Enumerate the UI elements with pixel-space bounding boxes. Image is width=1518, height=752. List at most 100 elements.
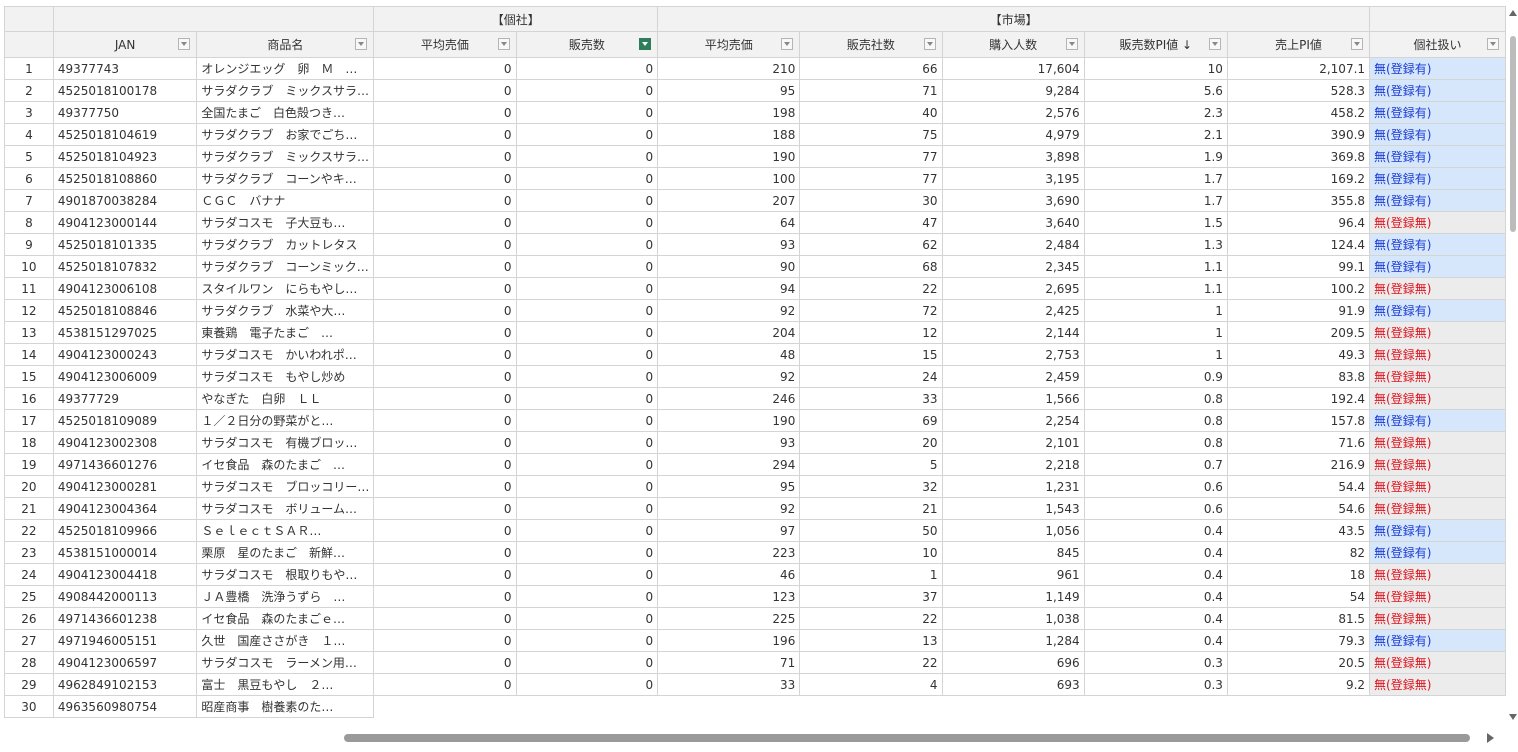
cell-market-avg-price[interactable]: 48 <box>657 343 801 366</box>
cell-market-avg-price[interactable]: 223 <box>657 541 801 564</box>
scroll-down-icon[interactable] <box>1509 714 1517 720</box>
cell-market-avg-price[interactable]: 93 <box>657 233 801 256</box>
column-header-revenue-pi[interactable]: 売上PI値 <box>1226 31 1371 58</box>
table-row[interactable]: 7 4901870038284 ＣＧＣ バナナ 0 0 207 30 3,690 1.7 355.… <box>4 189 1506 212</box>
cell-stores-selling[interactable]: 13 <box>799 629 943 652</box>
cell-revenue-pi[interactable]: 54.6 <box>1226 497 1371 520</box>
cell-kosha-handling[interactable] <box>1369 695 1506 718</box>
cell-kosha-avg-price[interactable]: 0 <box>373 299 517 322</box>
cell-kosha-handling[interactable]: 無(登録無) <box>1369 321 1506 344</box>
cell-product-name[interactable]: 栗原 星のたまご 新鮮… <box>196 541 375 564</box>
row-number[interactable]: 20 <box>4 475 54 498</box>
row-number[interactable]: 18 <box>4 431 54 454</box>
cell-kosha-sales-qty[interactable]: 0 <box>515 189 659 212</box>
cell-buyers[interactable]: 2,753 <box>941 343 1085 366</box>
scroll-up-icon[interactable] <box>1509 10 1517 16</box>
cell-stores-selling[interactable]: 75 <box>799 123 943 146</box>
cell-kosha-handling[interactable]: 無(登録無) <box>1369 365 1506 388</box>
cell-market-avg-price[interactable]: 188 <box>657 123 801 146</box>
cell-kosha-avg-price[interactable]: 0 <box>373 387 517 410</box>
cell-kosha-handling[interactable]: 無(登録有) <box>1369 629 1506 652</box>
cell-revenue-pi[interactable]: 99.1 <box>1226 255 1371 278</box>
cell-revenue-pi[interactable]: 192.4 <box>1226 387 1371 410</box>
cell-jan[interactable]: 4525018101335 <box>52 233 198 256</box>
cell-buyers[interactable]: 2,484 <box>941 233 1085 256</box>
scroll-right-icon[interactable] <box>1487 733 1494 743</box>
cell-revenue-pi[interactable]: 71.6 <box>1226 431 1371 454</box>
cell-buyers[interactable]: 961 <box>941 563 1085 586</box>
cell-buyers[interactable]: 845 <box>941 541 1085 564</box>
cell-buyers[interactable]: 2,345 <box>941 255 1085 278</box>
table-row[interactable]: 11 4904123006108 スタイルワン にらもやし… 0 0 94 22 2,695 1… <box>4 277 1506 300</box>
cell-jan[interactable]: 4525018107832 <box>52 255 198 278</box>
cell-kosha-avg-price[interactable]: 0 <box>373 365 517 388</box>
table-row[interactable]: 14 4904123000243 サラダコスモ かいわれポ… 0 0 48 15 2,753 1… <box>4 343 1506 366</box>
cell-kosha-avg-price[interactable]: 0 <box>373 145 517 168</box>
cell-market-avg-price[interactable]: 93 <box>657 431 801 454</box>
cell-stores-selling[interactable]: 69 <box>799 409 943 432</box>
cell-revenue-pi[interactable]: 81.5 <box>1226 607 1371 630</box>
cell-sales-pi[interactable]: 0.6 <box>1083 475 1228 498</box>
cell-revenue-pi[interactable]: 54 <box>1226 585 1371 608</box>
cell-kosha-avg-price[interactable]: 0 <box>373 277 517 300</box>
cell-product-name[interactable]: サラダクラブ 水菜や大… <box>196 299 375 322</box>
cell-kosha-avg-price[interactable]: 0 <box>373 101 517 124</box>
cell-kosha-sales-qty[interactable]: 0 <box>515 255 659 278</box>
row-number[interactable]: 17 <box>4 409 54 432</box>
cell-buyers[interactable]: 1,038 <box>941 607 1085 630</box>
cell-product-name[interactable]: １／２日分の野菜がと… <box>196 409 375 432</box>
cell-stores-selling[interactable]: 77 <box>799 167 943 190</box>
cell-product-name[interactable]: 昭産商事 樹養素のた… <box>196 695 375 718</box>
cell-buyers[interactable]: 1,149 <box>941 585 1085 608</box>
cell-market-avg-price[interactable]: 204 <box>657 321 801 344</box>
cell-buyers[interactable]: 3,898 <box>941 145 1085 168</box>
cell-sales-pi[interactable]: 0.8 <box>1083 409 1228 432</box>
column-header-market-avg-price[interactable]: 平均売価 <box>657 31 801 58</box>
cell-kosha-avg-price[interactable]: 0 <box>373 563 517 586</box>
cell-revenue-pi[interactable] <box>1227 695 1370 718</box>
table-row[interactable]: 18 4904123002308 サラダコスモ 有機ブロッ… 0 0 93 20 2,101 0… <box>4 431 1506 454</box>
cell-market-avg-price[interactable]: 95 <box>657 475 801 498</box>
cell-market-avg-price[interactable]: 225 <box>657 607 801 630</box>
column-header-kosha-handling[interactable]: 個社扱い <box>1369 31 1506 58</box>
column-header-kosha-avg-price[interactable]: 平均売価 <box>373 31 517 58</box>
cell-revenue-pi[interactable]: 355.8 <box>1226 189 1371 212</box>
cell-market-avg-price[interactable]: 64 <box>657 211 801 234</box>
cell-product-name[interactable]: イセ食品 森のたまご … <box>196 453 375 476</box>
cell-buyers[interactable]: 2,101 <box>941 431 1085 454</box>
cell-kosha-handling[interactable]: 無(登録無) <box>1369 673 1506 696</box>
column-header-kosha-sales-qty[interactable]: 販売数 <box>515 31 659 58</box>
cell-sales-pi[interactable] <box>1084 695 1228 718</box>
cell-revenue-pi[interactable]: 83.8 <box>1226 365 1371 388</box>
cell-kosha-sales-qty[interactable]: 0 <box>515 673 659 696</box>
table-row[interactable]: 24 4904123004418 サラダコスモ 根取りもや… 0 0 46 1 961 0.4 1… <box>4 563 1506 586</box>
table-row[interactable]: 27 4971946005151 久世 国産ささがき １… 0 0 196 13 1,284 0… <box>4 629 1506 652</box>
cell-kosha-handling[interactable]: 無(登録無) <box>1369 475 1506 498</box>
cell-kosha-sales-qty[interactable] <box>516 695 658 718</box>
row-number[interactable]: 6 <box>4 167 54 190</box>
cell-market-avg-price[interactable]: 246 <box>657 387 801 410</box>
cell-revenue-pi[interactable]: 96.4 <box>1226 211 1371 234</box>
cell-kosha-sales-qty[interactable]: 0 <box>515 651 659 674</box>
cell-buyers[interactable]: 2,576 <box>941 101 1085 124</box>
cell-product-name[interactable]: サラダコスモ 根取りもや… <box>196 563 375 586</box>
cell-buyers[interactable]: 9,284 <box>941 79 1085 102</box>
cell-sales-pi[interactable]: 2.1 <box>1083 123 1228 146</box>
cell-buyers[interactable]: 696 <box>941 651 1085 674</box>
cell-revenue-pi[interactable]: 79.3 <box>1226 629 1371 652</box>
cell-kosha-sales-qty[interactable]: 0 <box>515 233 659 256</box>
cell-sales-pi[interactable]: 2.3 <box>1083 101 1228 124</box>
cell-product-name[interactable]: ＪＡ豊橋 洗浄うずら … <box>196 585 375 608</box>
cell-sales-pi[interactable]: 1.7 <box>1083 189 1228 212</box>
cell-jan[interactable]: 4962849102153 <box>52 673 198 696</box>
cell-jan[interactable]: 49377743 <box>52 57 198 80</box>
cell-jan[interactable]: 4538151000014 <box>52 541 198 564</box>
cell-revenue-pi[interactable]: 82 <box>1226 541 1371 564</box>
cell-stores-selling[interactable]: 5 <box>799 453 943 476</box>
row-number[interactable]: 2 <box>4 79 54 102</box>
cell-buyers[interactable]: 2,695 <box>941 277 1085 300</box>
cell-kosha-sales-qty[interactable]: 0 <box>515 563 659 586</box>
cell-buyers[interactable]: 1,566 <box>941 387 1085 410</box>
cell-kosha-avg-price[interactable]: 0 <box>373 541 517 564</box>
cell-product-name[interactable]: 東養鶏 電子たまご … <box>196 321 375 344</box>
